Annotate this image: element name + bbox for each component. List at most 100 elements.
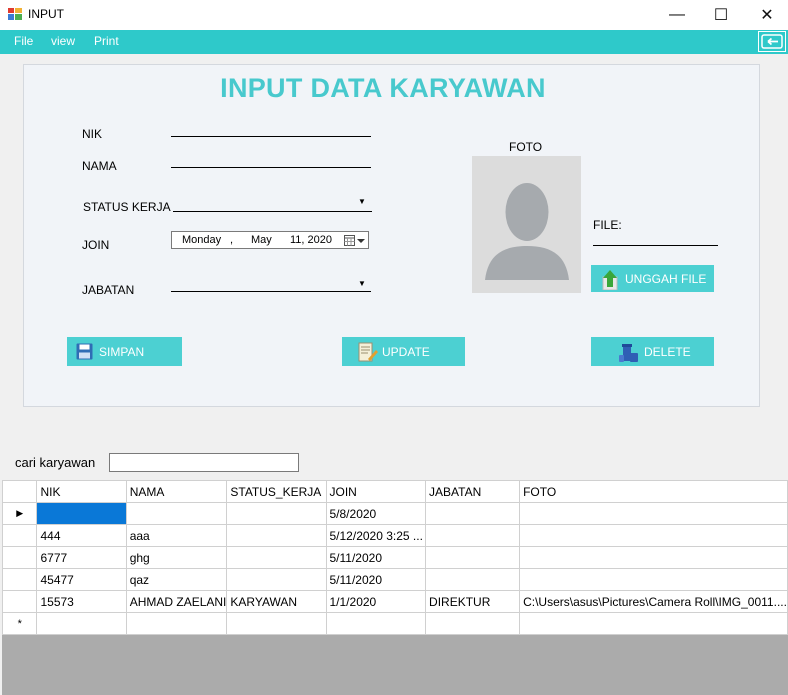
column-header-nama[interactable]: NAMA bbox=[125, 480, 228, 503]
column-header-foto[interactable]: FOTO bbox=[519, 480, 788, 503]
table-cell[interactable] bbox=[425, 524, 521, 547]
status-dropdown-arrow-icon[interactable]: ▼ bbox=[358, 197, 366, 206]
upload-icon bbox=[602, 269, 618, 290]
search-input[interactable] bbox=[109, 453, 299, 472]
menu-view[interactable]: view bbox=[51, 34, 75, 48]
status-kerja-label: STATUS KERJA bbox=[83, 200, 171, 214]
table-cell[interactable] bbox=[519, 568, 788, 591]
jabatan-combo[interactable] bbox=[171, 291, 371, 292]
table-cell[interactable] bbox=[226, 502, 327, 525]
table-row-new[interactable]: * bbox=[1, 612, 788, 635]
delete-button[interactable]: DELETE bbox=[591, 337, 714, 366]
table-cell[interactable] bbox=[425, 612, 521, 635]
table-cell[interactable]: 5/11/2020 bbox=[325, 568, 427, 591]
unggah-file-label: UNGGAH FILE bbox=[625, 271, 707, 286]
row-marker[interactable] bbox=[1, 524, 38, 547]
photo-preview bbox=[472, 156, 581, 293]
table-row[interactable]: 444 aaa 5/12/2020 3:25 ... bbox=[1, 524, 788, 547]
join-day: Monday bbox=[182, 234, 222, 246]
update-label: UPDATE bbox=[382, 344, 430, 359]
table-row[interactable]: 6777 ghg 5/11/2020 bbox=[1, 546, 788, 569]
table-cell[interactable]: aaa bbox=[125, 524, 228, 547]
join-date-picker[interactable]: Monday , May 11, 2020 bbox=[171, 231, 369, 249]
table-cell[interactable]: qaz bbox=[125, 568, 228, 591]
minimize-button[interactable]: — bbox=[654, 0, 700, 30]
form-title: INPUT DATA KARYAWAN bbox=[220, 73, 546, 103]
table-row[interactable]: 45477 qaz 5/11/2020 bbox=[1, 568, 788, 591]
save-icon bbox=[76, 343, 93, 360]
table-cell[interactable] bbox=[519, 524, 788, 547]
table-cell[interactable]: 1/1/2020 bbox=[325, 590, 427, 613]
simpan-label: SIMPAN bbox=[99, 344, 145, 359]
maximize-button[interactable]: ☐ bbox=[698, 0, 744, 30]
table-cell[interactable]: ghg bbox=[125, 546, 228, 569]
table-cell[interactable]: C:\Users\asus\Pictures\Camera Roll\IMG_0… bbox=[519, 590, 788, 613]
calendar-icon[interactable] bbox=[344, 235, 366, 246]
row-marker[interactable] bbox=[1, 590, 38, 613]
file-label: FILE: bbox=[593, 218, 622, 232]
employee-table[interactable]: NIK NAMA STATUS_KERJA JOIN JABATAN FOTO … bbox=[1, 480, 788, 635]
table-cell[interactable] bbox=[425, 568, 521, 591]
table-cell[interactable]: 15573 bbox=[36, 590, 127, 613]
exit-icon bbox=[761, 34, 783, 49]
nama-label: NAMA bbox=[82, 159, 117, 173]
table-cell[interactable] bbox=[125, 612, 228, 635]
column-header-nik[interactable]: NIK bbox=[36, 480, 127, 503]
table-cell[interactable] bbox=[519, 546, 788, 569]
exit-button[interactable] bbox=[758, 31, 786, 52]
table-cell[interactable] bbox=[226, 546, 327, 569]
table-cell[interactable] bbox=[36, 502, 127, 525]
table-cell[interactable]: 444 bbox=[36, 524, 127, 547]
row-marker[interactable]: ▶ bbox=[1, 502, 38, 525]
table-cell[interactable] bbox=[519, 612, 788, 635]
foto-label: FOTO bbox=[509, 140, 543, 154]
table-row[interactable]: ▶ 5/8/2020 bbox=[1, 502, 788, 525]
file-path-field[interactable] bbox=[593, 245, 718, 246]
table-cell[interactable]: 6777 bbox=[36, 546, 127, 569]
jabatan-dropdown-arrow-icon[interactable]: ▼ bbox=[358, 279, 366, 288]
table-row[interactable]: 15573 AHMAD ZAELANI KARYAWAN 1/1/2020 DI… bbox=[1, 590, 788, 613]
table-cell[interactable]: DIREKTUR bbox=[425, 590, 521, 613]
delete-icon bbox=[619, 343, 638, 362]
window-title: INPUT bbox=[28, 7, 64, 21]
join-month: May bbox=[251, 234, 272, 246]
nik-label: NIK bbox=[82, 127, 103, 141]
table-cell[interactable]: 5/8/2020 bbox=[325, 502, 427, 525]
table-cell[interactable] bbox=[125, 502, 228, 525]
join-sep: , bbox=[230, 234, 234, 246]
row-header-corner bbox=[1, 480, 38, 503]
table-cell[interactable] bbox=[226, 568, 327, 591]
table-cell[interactable] bbox=[36, 612, 127, 635]
column-header-jabatan[interactable]: JABATAN bbox=[425, 480, 521, 503]
menu-file[interactable]: File bbox=[14, 34, 33, 48]
table-cell[interactable]: 5/12/2020 3:25 ... bbox=[325, 524, 427, 547]
table-cell[interactable] bbox=[425, 502, 521, 525]
app-icon bbox=[8, 8, 22, 20]
simpan-button[interactable]: SIMPAN bbox=[67, 337, 182, 366]
update-button[interactable]: UPDATE bbox=[342, 337, 465, 366]
close-button[interactable]: ✕ bbox=[744, 0, 788, 30]
column-header-status-kerja[interactable]: STATUS_KERJA bbox=[226, 480, 327, 503]
table-header-row: NIK NAMA STATUS_KERJA JOIN JABATAN FOTO bbox=[1, 480, 788, 503]
table-cell[interactable] bbox=[425, 546, 521, 569]
table-cell[interactable]: 45477 bbox=[36, 568, 127, 591]
join-date: 11, 2020 bbox=[290, 234, 333, 246]
table-cell[interactable] bbox=[226, 524, 327, 547]
table-cell[interactable] bbox=[325, 612, 427, 635]
row-marker[interactable] bbox=[1, 546, 38, 569]
table-cell[interactable]: 5/11/2020 bbox=[325, 546, 427, 569]
join-label: JOIN bbox=[82, 238, 110, 252]
nik-input[interactable] bbox=[171, 136, 371, 137]
table-cell[interactable]: AHMAD ZAELANI bbox=[125, 590, 228, 613]
row-marker[interactable]: * bbox=[1, 612, 38, 635]
table-cell[interactable] bbox=[226, 612, 327, 635]
table-cell[interactable]: KARYAWAN bbox=[226, 590, 327, 613]
table-cell[interactable] bbox=[519, 502, 788, 525]
row-marker[interactable] bbox=[1, 568, 38, 591]
column-header-join[interactable]: JOIN bbox=[325, 480, 427, 503]
avatar-placeholder-icon bbox=[485, 183, 569, 280]
status-kerja-combo[interactable] bbox=[173, 211, 372, 212]
menu-print[interactable]: Print bbox=[94, 34, 119, 48]
nama-input[interactable] bbox=[171, 167, 371, 168]
unggah-file-button[interactable]: UNGGAH FILE bbox=[591, 265, 714, 292]
